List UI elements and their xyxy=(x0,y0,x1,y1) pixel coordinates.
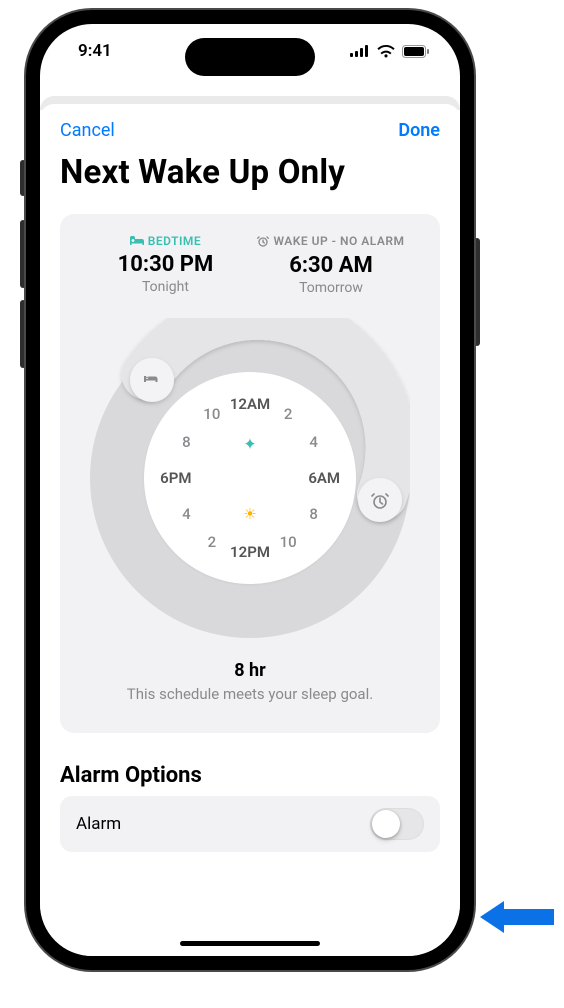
alarm-options-title: Alarm Options xyxy=(40,733,460,796)
bedtime-label: BEDTIME xyxy=(130,234,201,248)
bed-icon xyxy=(130,236,144,246)
status-time: 9:41 xyxy=(78,41,112,61)
sleep-arc[interactable] xyxy=(90,318,410,638)
wifi-icon xyxy=(377,45,395,58)
alarm-row-label: Alarm xyxy=(76,814,121,834)
alarm-clock-icon xyxy=(257,235,269,247)
bedtime-label-text: BEDTIME xyxy=(148,234,201,248)
cancel-button[interactable]: Cancel xyxy=(60,120,115,141)
bedtime-value: 10:30 PM xyxy=(95,252,235,277)
bedtime-column: BEDTIME 10:30 PM Tonight xyxy=(95,234,235,296)
wake-value: 6:30 AM xyxy=(257,253,404,278)
wake-sub: Tomorrow xyxy=(257,280,404,296)
screen: 9:41 Cancel Done Next Wake Up Only xyxy=(40,24,460,956)
sleep-duration: 8 hr xyxy=(76,660,424,681)
callout-arrow-icon xyxy=(480,895,554,939)
alarm-row: Alarm xyxy=(60,796,440,852)
dynamic-island xyxy=(185,38,315,76)
page-title: Next Wake Up Only xyxy=(40,151,460,214)
alarm-toggle[interactable] xyxy=(370,808,424,840)
done-button[interactable]: Done xyxy=(398,120,440,141)
cellular-icon xyxy=(350,45,370,57)
sleep-clock[interactable]: 12AM 12PM 6PM 6AM 2 4 8 10 2 4 8 10 ✦ ☀ xyxy=(90,318,410,638)
home-indicator[interactable] xyxy=(180,941,320,946)
switch-knob xyxy=(372,810,400,838)
wake-label-text: WAKE UP - NO ALARM xyxy=(273,234,404,248)
modal-sheet: Cancel Done Next Wake Up Only BEDTIME 10… xyxy=(40,104,460,956)
nav-bar: Cancel Done xyxy=(40,104,460,151)
status-icons xyxy=(350,45,430,58)
schedule-card: BEDTIME 10:30 PM Tonight WAKE UP - NO AL… xyxy=(60,214,440,733)
side-button-power xyxy=(474,238,480,346)
sleep-goal-text: This schedule meets your sleep goal. xyxy=(76,685,424,703)
bedtime-sub: Tonight xyxy=(95,279,235,295)
times-row: BEDTIME 10:30 PM Tonight WAKE UP - NO AL… xyxy=(76,234,424,296)
battery-icon xyxy=(402,45,430,58)
wake-column: WAKE UP - NO ALARM 6:30 AM Tomorrow xyxy=(257,234,404,296)
wake-label: WAKE UP - NO ALARM xyxy=(257,234,404,248)
wake-handle[interactable] xyxy=(358,478,402,522)
phone-frame: 9:41 Cancel Done Next Wake Up Only xyxy=(26,10,474,970)
bedtime-handle[interactable] xyxy=(130,358,174,402)
